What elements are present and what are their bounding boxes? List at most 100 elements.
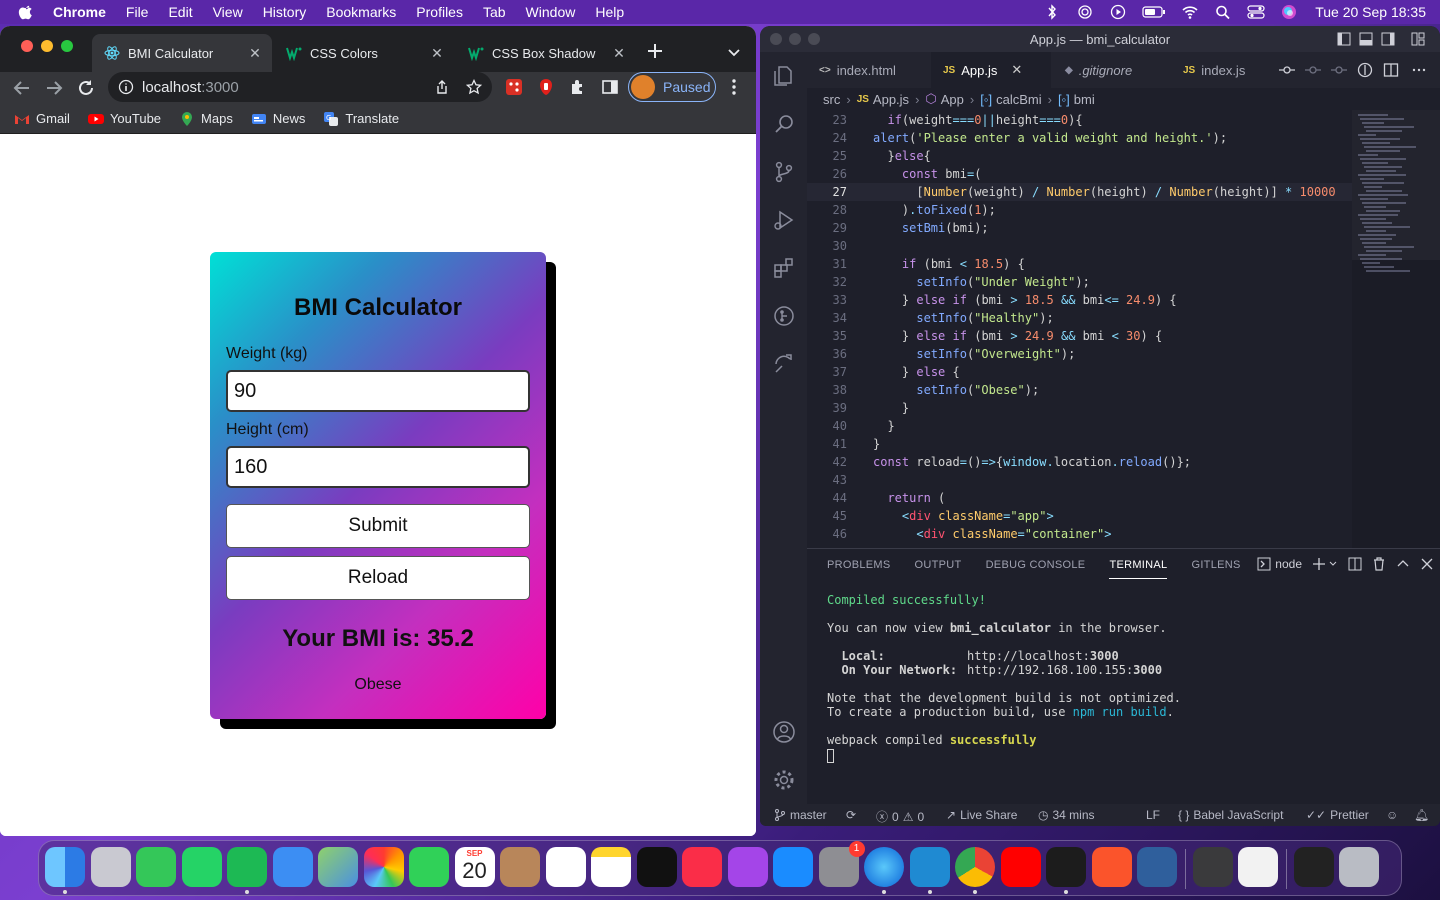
panel-tab-problems[interactable]: PROBLEMS (827, 559, 891, 579)
menu-profiles[interactable]: Profiles (416, 4, 463, 20)
split-terminal-icon[interactable] (1348, 557, 1362, 571)
code-line[interactable]: 28 ).toFixed(1); (807, 201, 1352, 219)
prettier-indicator[interactable]: ✓✓ Prettier (1306, 808, 1369, 822)
share-icon[interactable] (434, 79, 450, 95)
tab-bmi-calculator[interactable]: BMI Calculator ✕ (92, 34, 272, 72)
mail-icon[interactable] (272, 847, 313, 887)
youtube-icon[interactable] (1000, 847, 1041, 887)
code-line[interactable]: 30 (807, 237, 1352, 255)
extension-shield-icon[interactable] (536, 77, 556, 97)
menu-view[interactable]: View (213, 4, 243, 20)
bookmark-youtube[interactable]: YouTube (87, 111, 161, 127)
new-terminal-icon[interactable] (1312, 557, 1326, 571)
code-line[interactable]: 31 if (bmi < 18.5) { (807, 255, 1352, 273)
toggle-secondary-sidebar-icon[interactable] (1381, 32, 1395, 46)
code-line[interactable]: 27 [Number(weight) / Number(height) / Nu… (807, 183, 1352, 201)
notes-icon[interactable] (591, 847, 631, 887)
new-tab-icon[interactable] (646, 42, 664, 60)
reminders-icon[interactable] (545, 847, 586, 887)
terminal-selector[interactable]: node (1275, 557, 1302, 571)
trash-icon[interactable] (1339, 847, 1379, 887)
close-tab-icon[interactable]: ✕ (248, 46, 262, 60)
bookmark-news[interactable]: News (251, 111, 305, 127)
more-actions-icon[interactable] (1411, 62, 1427, 78)
apple-icon[interactable] (17, 3, 35, 21)
code-line[interactable]: 34 setInfo("Healthy"); (807, 309, 1352, 327)
tab-css-colors[interactable]: CSS Colors ✕ (274, 34, 454, 72)
code-line[interactable]: 41} (807, 435, 1352, 453)
gitlens-compare-icon[interactable] (1279, 63, 1295, 77)
code-line[interactable]: 23 if(weight===0||height===0){ (807, 111, 1352, 129)
panel-tab-output[interactable]: OUTPUT (915, 559, 962, 579)
source-control-icon[interactable] (772, 160, 796, 184)
forward-icon[interactable] (44, 78, 64, 98)
code-line[interactable]: 38 setInfo("Obese"); (807, 381, 1352, 399)
minimap[interactable] (1352, 110, 1440, 548)
close-tab-icon[interactable]: ✕ (612, 46, 626, 60)
messages-icon[interactable] (136, 847, 176, 887)
height-input[interactable]: 160 (226, 446, 530, 488)
bluetooth-icon[interactable] (1043, 4, 1061, 20)
close-tab-icon[interactable]: ✕ (1011, 62, 1022, 78)
chrome-icon[interactable] (955, 847, 995, 887)
code-line[interactable]: 43 (807, 471, 1352, 489)
bookmark-maps[interactable]: Maps (179, 111, 233, 127)
bookmark-translate[interactable]: G Translate (323, 111, 399, 127)
code-line[interactable]: 46 <div className="container"> (807, 525, 1352, 543)
gitlens-next-icon[interactable] (1331, 63, 1347, 77)
close-tab-icon[interactable]: ✕ (430, 46, 444, 60)
panel-tab-debug-console[interactable]: DEBUG CONSOLE (986, 559, 1086, 579)
minimap-viewport[interactable] (1352, 110, 1440, 260)
maximize-panel-icon[interactable] (1396, 557, 1410, 571)
quicktime-icon[interactable] (1137, 847, 1177, 887)
feedback-icon[interactable]: ☺ (1386, 808, 1398, 822)
preview-icon[interactable] (1238, 847, 1278, 887)
notifications-bell-icon[interactable]: 🔔︎ (1414, 808, 1429, 822)
gitlens-icon[interactable] (772, 304, 796, 328)
chevron-down-icon[interactable] (1328, 559, 1338, 569)
menu-bookmarks[interactable]: Bookmarks (326, 4, 396, 20)
toggle-panel-icon[interactable] (1359, 32, 1373, 46)
screen-icon[interactable] (1293, 847, 1334, 887)
siri-icon[interactable] (1280, 4, 1298, 20)
breadcrumb-component[interactable]: App (941, 92, 964, 107)
menu-tab[interactable]: Tab (483, 4, 506, 20)
panel-tab-gitlens[interactable]: GITLENS (1191, 559, 1240, 579)
menu-file[interactable]: File (126, 4, 149, 20)
calculator-icon[interactable] (1192, 847, 1233, 887)
contacts-icon[interactable] (500, 847, 540, 887)
code-line[interactable]: 26 const bmi=( (807, 165, 1352, 183)
chrome-menu-icon[interactable] (724, 77, 744, 97)
search-icon[interactable] (772, 112, 796, 136)
facetime-icon[interactable] (409, 847, 449, 887)
split-editor-icon[interactable] (1383, 62, 1399, 78)
gitlens-previous-icon[interactable] (1305, 63, 1321, 77)
reload-button[interactable]: Reload (226, 556, 530, 600)
side-panel-icon[interactable] (600, 77, 620, 97)
close-panel-icon[interactable] (1420, 557, 1434, 571)
breadcrumb-src[interactable]: src (823, 92, 840, 107)
whatsapp-icon[interactable] (181, 847, 222, 887)
control-center-icon[interactable] (1247, 4, 1265, 20)
close-window-button[interactable] (21, 40, 33, 52)
search-icon[interactable] (1214, 4, 1232, 20)
address-bar[interactable]: localhost:3000 (108, 72, 492, 102)
customize-layout-icon[interactable] (1411, 32, 1425, 46)
run-debug-icon[interactable] (772, 208, 796, 232)
app-store-icon[interactable] (773, 847, 813, 887)
code-line[interactable]: 24 alert('Please enter a valid weight and… (807, 129, 1352, 147)
back-icon[interactable] (12, 78, 32, 98)
language-mode[interactable]: { } Babel JavaScript (1178, 808, 1283, 822)
extensions-icon[interactable] (772, 256, 796, 280)
open-changes-icon[interactable] (1357, 62, 1373, 78)
editor-tab-index-js[interactable]: JS index.js (1171, 52, 1271, 88)
trash-icon[interactable] (1372, 557, 1386, 571)
zoom-window-button[interactable] (61, 40, 73, 52)
code-line[interactable]: 42 const reload=()=>{window.location.relo… (807, 453, 1352, 471)
safari-icon[interactable] (864, 847, 904, 887)
music-icon[interactable] (682, 847, 722, 887)
menu-window[interactable]: Window (526, 4, 576, 20)
code-line[interactable]: 35 } else if (bmi > 24.9 && bmi < 30) { (807, 327, 1352, 345)
code-line[interactable]: 40 } (807, 417, 1352, 435)
account-icon[interactable] (772, 720, 796, 744)
